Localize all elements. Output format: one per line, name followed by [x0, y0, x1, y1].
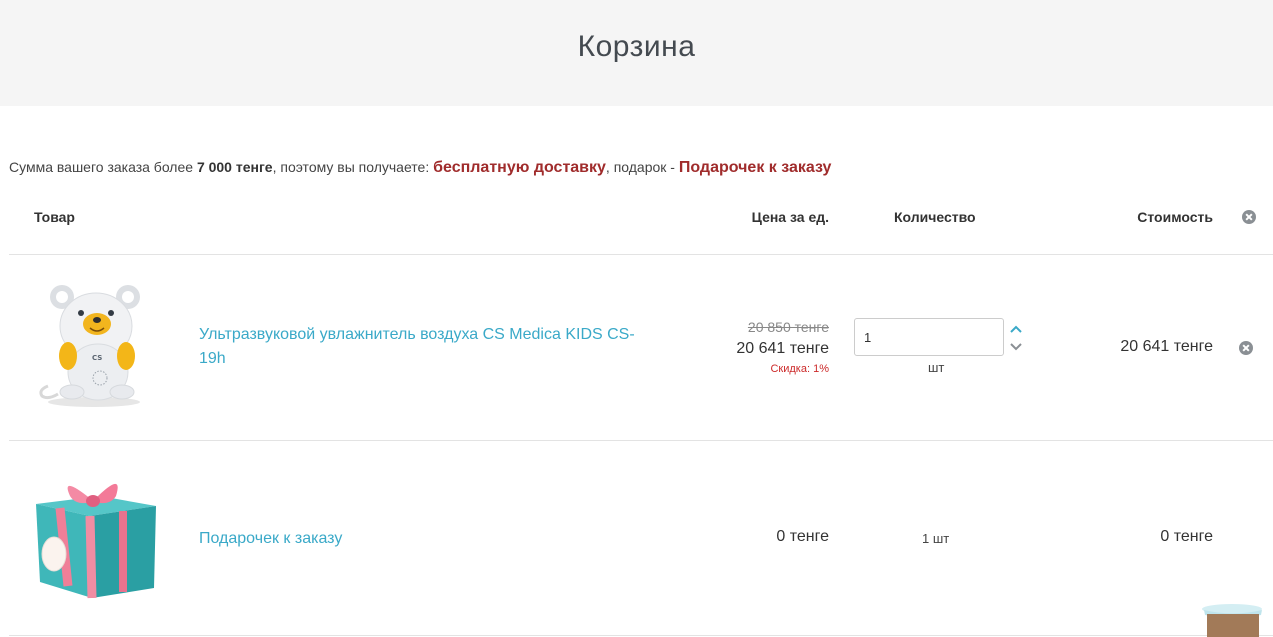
- quantity-unit: шт: [928, 360, 945, 375]
- bear-humidifier-image[interactable]: CS: [34, 280, 152, 410]
- discount-label: Скидка: 1%: [770, 363, 829, 375]
- row-divider: [9, 440, 1273, 441]
- product-link[interactable]: Подарочек к заказу: [199, 527, 342, 551]
- quantity-input[interactable]: [854, 318, 1004, 356]
- page-title: Корзина: [577, 30, 696, 63]
- promo-threshold: 7 000 тенге: [196, 159, 273, 175]
- row-divider: [9, 635, 1273, 636]
- chevron-up-icon[interactable]: [1009, 323, 1023, 335]
- unit-price: 20 641 тенге: [736, 340, 829, 357]
- line-total: 20 641 тенге: [1120, 338, 1213, 355]
- clear-cart-remove-icon[interactable]: [1242, 210, 1256, 224]
- remove-item-icon[interactable]: [1239, 341, 1253, 355]
- product-link[interactable]: Ультразвуковой увлажнитель воздуха CS Me…: [199, 323, 639, 371]
- order-promo-message: Сумма вашего заказа более 7 000 тенге, п…: [9, 159, 831, 177]
- column-header-unit-price: Цена за ед.: [751, 209, 829, 225]
- svg-text:CS: CS: [92, 354, 102, 362]
- line-total: 0 тенге: [1160, 528, 1213, 545]
- chevron-down-icon[interactable]: [1009, 341, 1023, 353]
- column-header-product: Товар: [34, 209, 75, 225]
- column-header-total: Стоимость: [1137, 209, 1213, 225]
- box-icon[interactable]: [1201, 603, 1265, 637]
- old-price: 20 850 тенге: [747, 319, 829, 335]
- unit-price: 0 тенге: [776, 528, 829, 545]
- promo-middle: , поэтому вы получаете:: [272, 159, 434, 175]
- gift-box-image[interactable]: [30, 470, 158, 602]
- promo-prefix: Сумма вашего заказа более: [9, 159, 197, 175]
- promo-free-delivery: бесплатную доставку: [433, 159, 606, 176]
- header-divider: [9, 254, 1273, 255]
- column-header-quantity: Количество: [894, 209, 976, 225]
- promo-gift-prefix: , подарок -: [605, 159, 679, 175]
- page-header: Корзина: [0, 0, 1273, 106]
- promo-gift: Подарочек к заказу: [678, 159, 832, 176]
- quantity-text: 1 шт: [922, 531, 950, 546]
